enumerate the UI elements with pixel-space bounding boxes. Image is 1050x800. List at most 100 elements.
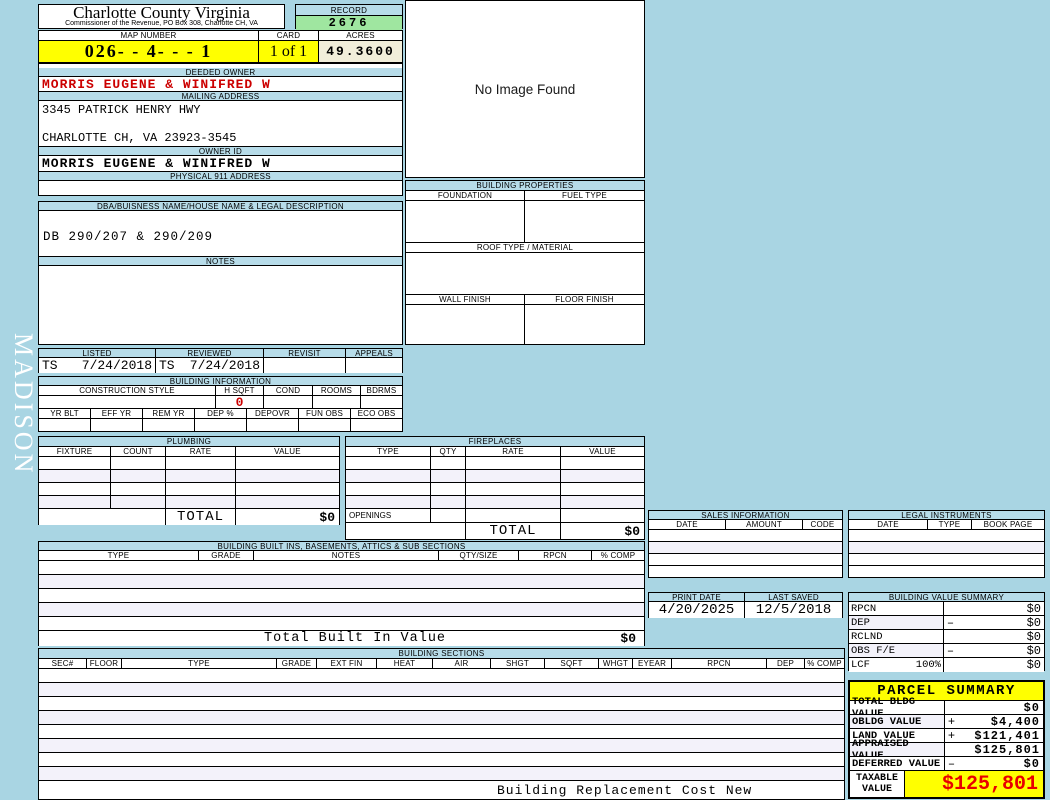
parcel-label: DEFERRED VALUE xyxy=(850,757,945,770)
building-information-table: BUILDING INFORMATION CONSTRUCTION STYLE … xyxy=(38,376,403,432)
cond-value xyxy=(264,396,313,408)
parcel-row-deferred: DEFERRED VALUE – $0 xyxy=(850,757,1043,771)
bvs-label: OBS F/E xyxy=(849,644,944,657)
fuel-type-value xyxy=(525,201,644,242)
bvs-op xyxy=(944,630,957,643)
wall-finish-value xyxy=(406,305,525,344)
cond-header: COND xyxy=(264,386,313,395)
table-row xyxy=(849,542,1044,554)
foundation-value xyxy=(406,201,525,242)
sales-information-table: SALES INFORMATION DATE AMOUNT CODE xyxy=(648,510,843,578)
type-header: TYPE xyxy=(928,520,972,529)
notes-label: NOTES xyxy=(39,257,402,266)
owner-panel: DEEDED OWNER MORRIS EUGENE & WINIFRED W … xyxy=(38,63,403,196)
pct-comp-header: % COMP xyxy=(600,551,636,560)
bvs-row-rpcn: RPCN $0 xyxy=(849,602,1044,616)
shgt-header: SHGT xyxy=(491,659,545,668)
bvs-value: $0 xyxy=(1026,658,1041,672)
physical-911-address-value xyxy=(39,181,402,195)
county-watermark: MADISON xyxy=(9,333,38,476)
type-header: TYPE xyxy=(346,447,431,456)
hsqft-value: 0 xyxy=(216,395,264,410)
bvs-op: – xyxy=(946,643,955,658)
table-row xyxy=(849,566,1044,577)
legal-instruments-title: LEGAL INSTRUMENTS xyxy=(849,511,1044,520)
parcel-op: + xyxy=(947,714,956,729)
table-row xyxy=(39,589,644,603)
rooms-value xyxy=(313,396,361,408)
table-row xyxy=(39,711,844,725)
parcel-value: $0 xyxy=(1023,756,1040,771)
grade-header: GRADE xyxy=(199,551,254,560)
table-row xyxy=(39,561,644,575)
bvs-op: – xyxy=(946,615,955,630)
effyr-header: EFF YR xyxy=(91,409,143,418)
bvs-lcf-percent: 100% xyxy=(915,659,941,671)
parcel-value: $125,801 xyxy=(974,742,1040,757)
table-row xyxy=(39,470,339,483)
reviewed-date: 7/24/2018 xyxy=(189,358,260,373)
taxable-value: $125,801 xyxy=(905,771,1043,797)
appeals-value xyxy=(346,358,402,373)
bvs-value: $0 xyxy=(1026,601,1041,616)
listed-by: TS xyxy=(42,358,58,373)
record-box: RECORD 2676 xyxy=(295,4,403,30)
print-saved-table: PRINT DATE LAST SAVED 4/20/2025 12/5/201… xyxy=(648,592,843,618)
bvs-op xyxy=(944,658,957,672)
map-number-value: 026- - 4- - - 1 xyxy=(39,41,259,62)
legal-description-panel: DBA/BUISNESS NAME/HOUSE NAME & LEGAL DES… xyxy=(38,201,403,345)
bvs-value: $0 xyxy=(1026,643,1041,658)
table-row xyxy=(39,739,844,753)
table-row xyxy=(39,483,339,496)
card-value: 1 of 1 xyxy=(259,41,319,62)
table-row xyxy=(346,496,644,509)
legal-description-value: DB 290/207 & 290/209 xyxy=(39,211,402,257)
eyear-header: EYEAR xyxy=(633,659,672,668)
fireplaces-total-label: TOTAL xyxy=(466,523,561,539)
bvs-value: $0 xyxy=(1026,629,1041,644)
parcel-label: APPRAISED VALUE xyxy=(850,738,945,762)
openings-row: OPENINGS xyxy=(346,509,644,523)
parcel-op: – xyxy=(947,756,956,771)
code-header: CODE xyxy=(810,520,835,529)
building-replacement-cost-label: Building Replacement Cost New xyxy=(39,781,844,799)
building-properties-title: BUILDING PROPERTIES xyxy=(406,181,644,191)
plumbing-total-row: TOTAL $0 xyxy=(39,509,339,525)
parcel-label: TOTAL BLDG VALUE xyxy=(850,696,945,720)
plumbing-total-label: TOTAL xyxy=(166,509,236,525)
sec-header: SEC# xyxy=(39,659,87,668)
listed-label: LISTED xyxy=(39,349,156,357)
print-date-label: PRINT DATE xyxy=(649,593,745,601)
mailing-address-label: MAILING ADDRESS xyxy=(39,92,402,101)
table-row xyxy=(649,542,842,554)
table-row xyxy=(849,554,1044,566)
heat-header: HEAT xyxy=(377,659,433,668)
wall-floor-values xyxy=(406,305,644,344)
parcel-row-appraised: APPRAISED VALUE $125,801 xyxy=(850,738,1043,762)
parcel-op xyxy=(945,701,958,714)
agency-subtitle: Commissioner of the Revenue, PO Box 308,… xyxy=(65,20,258,27)
mailing-address-line2: CHARLOTTE CH, VA 23923-3545 xyxy=(42,131,237,145)
roof-type-label: ROOF TYPE / MATERIAL xyxy=(476,243,574,252)
rpcn-header: RPCN xyxy=(519,551,592,560)
bvs-label: RCLND xyxy=(849,630,944,643)
legal-instruments-table: LEGAL INSTRUMENTS DATE TYPE BOOK PAGE xyxy=(848,510,1045,578)
table-row xyxy=(39,725,844,739)
owner-id-value: MORRIS EUGENE & WINIFRED W xyxy=(39,156,402,172)
physical-911-address-label: PHYSICAL 911 ADDRESS xyxy=(39,172,402,181)
owner-id-label: OWNER ID xyxy=(39,147,402,156)
parcel-row-total-bldg: TOTAL BLDG VALUE $0 xyxy=(850,696,1043,720)
built-ins-total-value: $0 xyxy=(620,631,636,646)
parcel-value: $4,400 xyxy=(990,714,1040,729)
bvs-row-lcf: LCF 100% $0 xyxy=(849,658,1044,672)
table-row xyxy=(39,669,844,683)
floor-finish-value xyxy=(525,305,644,344)
parcel-row-taxable: TAXABLE VALUE $125,801 xyxy=(850,771,1043,797)
construction-style-header: CONSTRUCTION STYLE xyxy=(39,386,216,395)
parcel-label: OBLDG VALUE xyxy=(850,715,945,728)
qty-header: QTY xyxy=(431,447,466,456)
parcel-op: + xyxy=(947,728,956,743)
rpcn-header: RPCN xyxy=(672,659,767,668)
deeded-owner-value: MORRIS EUGENE & WINIFRED W xyxy=(39,77,402,92)
construction-style-value xyxy=(39,396,216,408)
